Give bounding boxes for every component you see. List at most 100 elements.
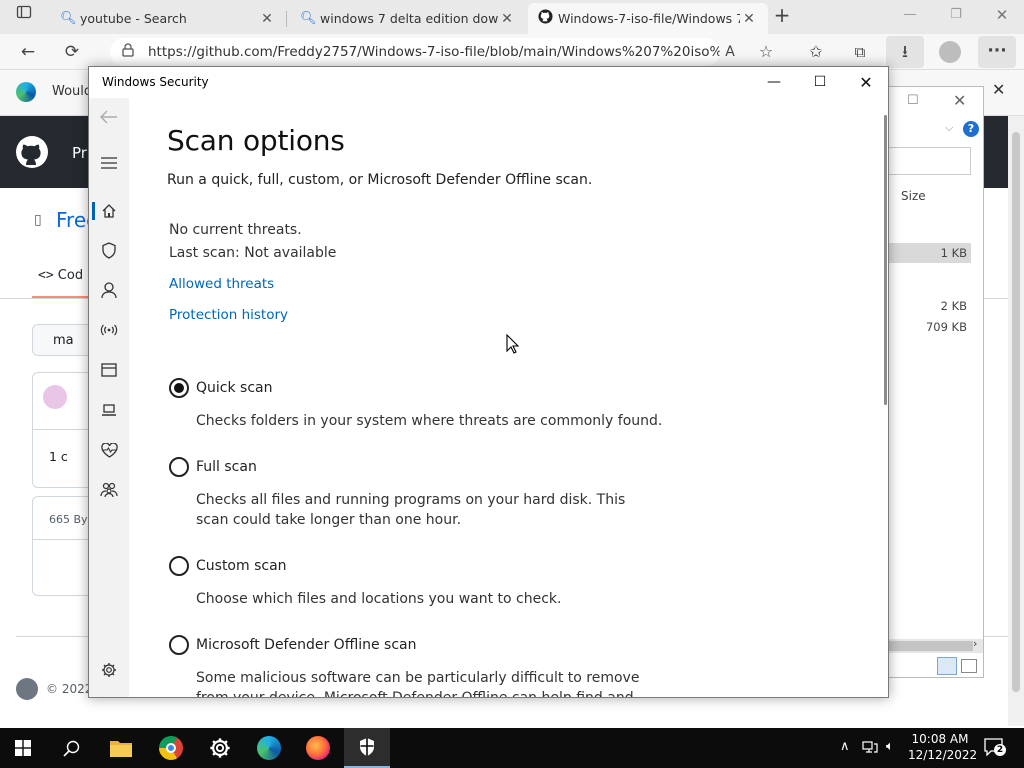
scan-options-page: Scan options Run a quick, full, custom, … [129,98,888,698]
infobar-text: Would [52,84,93,99]
fx-maximize-icon[interactable]: ☐ [907,93,919,108]
profile-avatar[interactable] [936,40,964,64]
window-title: Windows Security [102,75,209,89]
option-description: Choose which files and locations you wan… [196,591,562,607]
page-subtitle: Run a quick, full, custom, or Microsoft … [167,172,593,188]
fx-chevron-down-icon[interactable]: ⌵ [945,121,953,135]
account-icon[interactable] [89,275,129,305]
fx-details-view-icon[interactable] [937,657,957,675]
fx-hscrollbar[interactable]: › [889,637,983,653]
custom-scan-radio[interactable] [169,556,189,576]
tab-title: youtube - Search [80,11,187,26]
tab-title: Windows-7-iso-file/Windows 7 it [558,11,740,26]
option-label: Microsoft Defender Offline scan [196,637,417,653]
tab-actions-icon[interactable] [10,4,38,28]
tab-windows7-search[interactable]: 🔍︎ windows 7 delta edition downlo ✕ [290,3,526,34]
fx-search-box[interactable] [889,147,971,175]
contributors-text[interactable]: 1 c [49,449,68,464]
device-health-heart-icon[interactable] [89,435,129,465]
clock-date: 12/12/2022 [908,748,978,762]
page-title: Scan options [167,124,345,157]
restore-browser-icon[interactable]: ❐ [942,3,970,27]
settings-icon[interactable] [197,728,243,768]
full-scan-option[interactable]: Full scan [169,457,669,479]
minimize-button[interactable]: — [751,67,797,98]
file-explorer-icon[interactable] [98,728,144,768]
defender-offline-scan-radio[interactable] [169,635,189,655]
add-favorite-icon[interactable]: ☆ [752,40,780,64]
close-tab-icon[interactable]: ✕ [498,11,516,27]
github-logo-icon[interactable] [16,136,48,172]
family-options-icon[interactable] [89,475,129,505]
fx-size-cell: 709 KB [925,320,967,334]
edge-logo-icon [16,82,36,102]
maximize-button[interactable]: ☐ [797,67,843,98]
page-scrollbar-thumb[interactable] [1012,132,1020,692]
allowed-threats-link[interactable]: Allowed threats [169,276,274,292]
full-scan-radio[interactable] [169,457,189,477]
close-browser-icon[interactable]: ✕ [988,3,1016,27]
url-text: https://github.com/Freddy2757/Windows-7-… [148,44,720,60]
notification-badge: 2 [994,744,1006,756]
new-tab-button[interactable]: + [768,3,796,27]
footer-copyright: © 2022 [46,682,93,696]
notifications-icon[interactable]: 2 [984,738,1006,757]
minimize-browser-icon[interactable]: — [896,3,924,27]
windows-security-taskbar-icon[interactable] [344,728,390,768]
home-icon[interactable] [89,196,129,226]
refresh-icon[interactable]: ⟳ [58,40,86,64]
fx-help-icon[interactable]: ? [963,121,979,137]
firefox-icon[interactable] [295,728,341,768]
downloads-icon[interactable]: ⭳ [886,36,924,68]
chrome-icon[interactable] [148,728,194,768]
defender-offline-scan-option[interactable]: Microsoft Defender Offline scan [169,635,669,657]
app-browser-control-icon[interactable] [89,355,129,385]
address-bar[interactable]: https://github.com/Freddy2757/Windows-7-… [110,38,720,66]
settings-gear-icon[interactable] [89,655,129,685]
more-menu-icon[interactable]: ··· [978,36,1016,68]
read-aloud-icon[interactable]: A [716,40,744,64]
tab-youtube-search[interactable]: 🔍︎ youtube - Search ✕ [50,3,287,34]
infobar-close-icon[interactable]: ✕ [992,80,1005,99]
volume-icon[interactable]: 🔈︎ [886,739,894,754]
github-nav-text[interactable]: Pr [72,144,87,162]
tab-title: windows 7 delta edition downlo [320,11,498,26]
network-icon[interactable] [862,740,878,757]
mouse-cursor-icon [506,333,520,358]
code-tab[interactable]: <> Cod [38,268,83,283]
avatar [43,385,67,409]
content-scrollbar[interactable] [884,115,887,405]
custom-scan-option[interactable]: Custom scan [169,556,669,578]
clock[interactable]: 10:08 AM 12/12/2022 [908,731,978,763]
favorites-icon[interactable]: ✩ [802,40,830,64]
github-footer-logo-icon [16,678,38,700]
back-icon[interactable]: ← [14,40,42,64]
fx-close-icon[interactable]: ✕ [953,91,966,110]
browser-tab-bar: 🔍︎ youtube - Search ✕ 🔍︎ windows 7 delta… [0,0,1024,34]
fx-size-header[interactable]: Size [901,189,926,203]
option-description: Checks all files and running programs on… [196,492,626,528]
show-hidden-icons-icon[interactable]: ∧ [840,739,850,754]
taskbar-search-icon[interactable] [48,728,94,768]
navigation-rail [89,98,129,697]
protection-history-link[interactable]: Protection history [169,307,288,323]
close-button[interactable]: ✕ [843,67,888,98]
option-description: Some malicious software can be particula… [196,670,640,698]
collections-icon[interactable]: ⧉ [846,40,874,64]
fx-tiles-view-icon[interactable] [961,659,977,673]
close-tab-icon[interactable]: ✕ [740,11,758,27]
close-tab-icon[interactable]: ✕ [258,11,276,27]
tab-github-file[interactable]: Windows-7-iso-file/Windows 7 it ✕ [528,3,768,34]
quick-scan-radio[interactable] [169,378,189,398]
firewall-network-icon[interactable] [89,315,129,345]
window-title-bar[interactable]: Windows Security — ☐ ✕ [89,67,888,98]
browser-toolbar: ← ⟳ https://github.com/Freddy2757/Window… [0,34,1024,70]
back-arrow-icon[interactable] [89,102,129,132]
device-security-icon[interactable] [89,395,129,425]
edge-taskbar-icon[interactable] [246,728,292,768]
shield-icon[interactable] [89,235,129,265]
file-size-text: 665 By [49,513,88,526]
hamburger-menu-icon[interactable] [89,148,129,178]
start-button[interactable] [0,728,46,768]
quick-scan-option[interactable]: Quick scan [169,378,669,400]
